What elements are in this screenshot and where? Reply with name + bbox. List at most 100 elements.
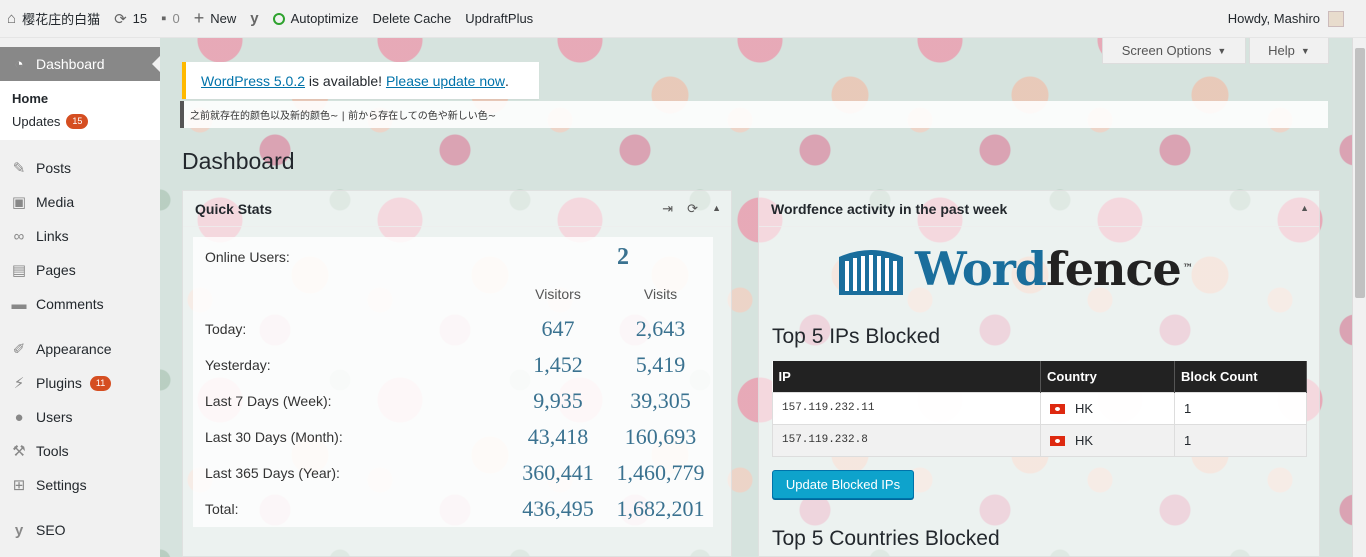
stats-row: Total: 436,495 1,682,201 <box>193 491 713 527</box>
collapse-toggle-icon[interactable]: ▲ <box>1300 201 1309 213</box>
country-code: HK <box>1075 400 1094 416</box>
submenu-item-home[interactable]: Home <box>0 87 160 110</box>
site-name-menu[interactable]: ⌂ 樱花庄的白猫 <box>0 0 107 38</box>
comments-count: 0 <box>172 11 180 26</box>
wordfence-logo: Wordfence ™ <box>837 241 1237 297</box>
refresh-icon[interactable]: ⟳ <box>687 201 698 217</box>
country-cell: HK <box>1040 391 1175 425</box>
hello-quote: 之前就存在的颜色以及新的颜色~ | 前から存在しての色や新しい色~ <box>180 101 1328 128</box>
new-content-menu[interactable]: + New <box>187 0 244 38</box>
submenu-item-label: Updates <box>12 114 61 129</box>
wordpress-version-link[interactable]: WordPress 5.0.2 <box>201 73 305 89</box>
stats-row: Last 30 Days (Month): 43,418 160,693 <box>193 419 713 455</box>
sidebar-item-users[interactable]: ● Users <box>0 400 160 434</box>
wordfence-widget: Wordfence activity in the past week ▲ Wo… <box>758 190 1320 557</box>
stat-label: Last 7 Days (Week): <box>205 393 332 409</box>
logo-trademark: ™ <box>1182 263 1193 274</box>
visits-value: 1,682,201 <box>616 496 705 521</box>
updraftplus-menu[interactable]: UpdraftPlus <box>458 0 540 38</box>
page-scrollbar[interactable] <box>1352 38 1366 557</box>
blocked-ips-table: IP Country Block Count 157.119.232.11 HK… <box>772 361 1307 457</box>
count-cell: 1 <box>1174 391 1307 425</box>
autoptimize-menu[interactable]: Autoptimize <box>266 0 366 38</box>
home-icon: ⌂ <box>7 10 17 27</box>
sidebar-item-dashboard[interactable]: ◔ Dashboard <box>0 47 160 81</box>
sidebar-item-tools[interactable]: ⚒ Tools <box>0 434 160 468</box>
yoast-icon: y <box>14 521 24 539</box>
updates-badge: 15 <box>66 114 89 129</box>
table-row: 157.119.232.11 HK 1 <box>772 391 1307 425</box>
gauge-icon: ◔ <box>14 55 24 73</box>
sidebar-item-appearance[interactable]: ✐ Appearance <box>0 332 160 366</box>
sidebar-item-label: Plugins <box>36 375 82 391</box>
stats-panel: Online Users: 2 Visitors Visits Today: 6… <box>193 237 713 527</box>
col-block-count: Block Count <box>1174 361 1307 392</box>
sidebar-item-pages[interactable]: ▤ Pages <box>0 253 160 287</box>
updates-count: 15 <box>132 11 148 26</box>
wrench-icon: ⚒ <box>12 443 26 460</box>
help-button[interactable]: Help ▼ <box>1249 38 1329 64</box>
update-blocked-ips-button[interactable]: Update Blocked IPs <box>772 470 914 499</box>
collapse-toggle-icon[interactable]: ▲ <box>712 201 721 217</box>
stat-label: Last 365 Days (Year): <box>205 465 340 481</box>
table-header-row: IP Country Block Count <box>772 361 1307 392</box>
sidebar-item-settings[interactable]: ⊞ Settings <box>0 468 160 502</box>
autoptimize-label: Autoptimize <box>290 11 359 26</box>
delete-cache-button[interactable]: Delete Cache <box>365 0 458 38</box>
visits-value: 1,460,779 <box>616 460 705 485</box>
page-title: Dashboard <box>182 148 295 174</box>
country-cell: HK <box>1040 423 1175 457</box>
comments-menu[interactable]: ▪ 0 <box>154 0 187 38</box>
stats-header-row: Visitors Visits <box>193 276 713 312</box>
settings-icon: ⊞ <box>12 477 26 494</box>
sidebar-item-posts[interactable]: ✎ Posts <box>0 151 160 185</box>
updates-menu[interactable]: ⟳ 15 <box>107 0 154 38</box>
stat-label: Online Users: <box>205 249 290 265</box>
sidebar-item-media[interactable]: ▣ Media <box>0 185 160 219</box>
sidebar-item-plugins[interactable]: ⚡ Plugins 11 <box>0 366 160 400</box>
please-update-link[interactable]: Please update now <box>386 73 505 89</box>
widget-title: Wordfence activity in the past week <box>771 200 1008 217</box>
widget-header: Quick Stats ⇥ ⟳ ▲ <box>183 191 731 227</box>
site-name: 樱花庄的白猫 <box>22 12 101 27</box>
link-icon: ∞ <box>13 227 25 245</box>
delete-cache-label: Delete Cache <box>372 11 452 26</box>
account-menu[interactable]: Howdy, Mashiro <box>1228 10 1366 27</box>
stat-label: Last 30 Days (Month): <box>205 429 343 445</box>
dashboard-submenu: Home Updates 15 <box>0 81 160 140</box>
sidebar-item-label: Users <box>36 409 73 425</box>
ip-cell: 157.119.232.8 <box>772 423 1041 457</box>
sidebar-item-label: Settings <box>36 477 87 493</box>
sidebar-item-seo[interactable]: y SEO <box>0 513 160 547</box>
sidebar-item-label: SEO <box>36 522 66 538</box>
quote-text: 之前就存在的颜色以及新的颜色~ | 前から存在しての色や新しい色~ <box>190 111 497 122</box>
stats-row: Yesterday: 1,452 5,419 <box>193 347 713 383</box>
visits-value: 2,643 <box>635 316 686 341</box>
sidebar-item-label: Comments <box>36 296 104 312</box>
scrollbar-thumb[interactable] <box>1355 48 1365 298</box>
avatar <box>1328 10 1344 27</box>
visits-value: 39,305 <box>630 388 691 413</box>
export-icon[interactable]: ⇥ <box>662 201 673 217</box>
sidebar-item-comments[interactable]: ▬ Comments <box>0 287 160 321</box>
plug-icon: ⚡ <box>13 375 25 392</box>
col-visits: Visits <box>643 286 678 302</box>
sidebar-item-label: Tools <box>36 443 69 459</box>
media-icon: ▣ <box>11 194 27 211</box>
new-label: New <box>210 11 237 26</box>
notice-end: . <box>505 72 509 89</box>
yoast-menu[interactable]: y <box>243 0 265 38</box>
plus-icon: + <box>193 8 205 28</box>
visitors-value: 647 <box>541 316 575 341</box>
update-notice: WordPress 5.0.2 is available! Please upd… <box>182 62 539 99</box>
submenu-item-updates[interactable]: Updates 15 <box>0 110 160 133</box>
visitors-value: 1,452 <box>533 352 583 377</box>
logo-word: Word <box>915 242 1047 296</box>
paintbrush-icon: ✐ <box>12 341 26 358</box>
screen-options-button[interactable]: Screen Options ▼ <box>1102 38 1246 64</box>
visitors-value: 9,935 <box>533 388 583 413</box>
screen-options-label: Screen Options <box>1121 43 1212 58</box>
sidebar-item-label: Media <box>36 194 75 210</box>
sidebar-item-links[interactable]: ∞ Links <box>0 219 160 253</box>
stat-label: Yesterday: <box>205 357 271 373</box>
